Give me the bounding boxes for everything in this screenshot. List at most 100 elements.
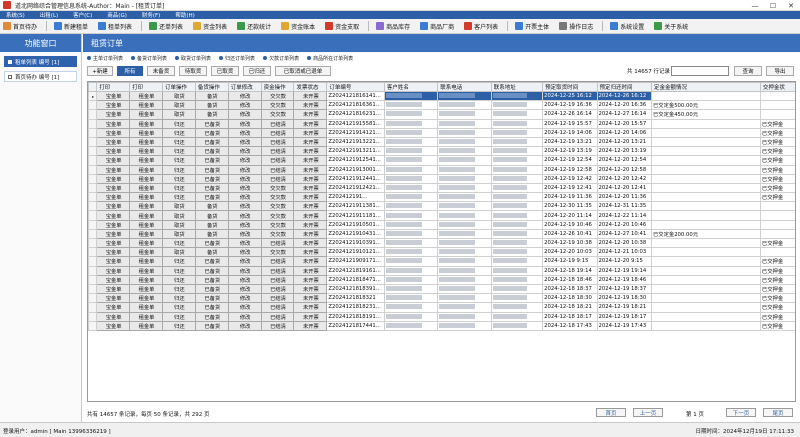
funds-action-button[interactable]: 交欠款 — [260, 219, 295, 230]
stock-action-button[interactable]: 已备货 — [194, 256, 229, 267]
print-rent-button[interactable]: 租金单 — [129, 201, 163, 212]
print-rent-button[interactable]: 租金单 — [129, 136, 163, 148]
table-row[interactable]: 宝金单 租金单 归还 已备货 修改 已结清 未开票 Z2024121818321 2024-12… — [88, 293, 795, 304]
edit-order-button[interactable]: 修改 — [227, 109, 262, 120]
order-action-button[interactable]: 取货 — [161, 247, 196, 258]
menu-help[interactable]: 帮助(H) — [175, 11, 194, 19]
funds-action-button[interactable]: 已结清 — [260, 293, 295, 304]
invoice-status[interactable]: 未开票 — [293, 109, 328, 120]
funds-action-button[interactable]: 已结清 — [260, 265, 295, 276]
tab-return-orders[interactable]: 归还订单列表 — [219, 55, 255, 62]
edit-order-button[interactable]: 修改 — [227, 164, 262, 175]
stock-action-button[interactable]: 已备货 — [194, 274, 229, 285]
search-button[interactable]: 查询 — [734, 66, 762, 76]
print-deposit-button[interactable]: 宝金单 — [96, 173, 131, 184]
invoice-status[interactable]: 未开票 — [293, 228, 328, 240]
order-action-button[interactable]: 取货 — [161, 201, 196, 212]
window-item-home-todo[interactable]: 首页待办 编号 [1] — [4, 71, 77, 82]
edit-order-button[interactable]: 修改 — [227, 302, 262, 313]
column-header[interactable]: 预定归还时间 — [596, 82, 653, 92]
order-action-button[interactable]: 归还 — [161, 283, 196, 295]
table-row[interactable]: 宝金单 租金单 归还 已备货 修改 已结清 未开票 Z2024121913221... 2024… — [88, 136, 795, 148]
table-row[interactable]: 宝金单 租金单 归还 已备货 修改 已结清 未开票 Z2024121913001... 2024… — [88, 164, 795, 175]
funds-action-button[interactable]: 已结清 — [260, 256, 295, 267]
order-action-button[interactable]: 归还 — [161, 173, 196, 184]
table-row[interactable]: 宝金单 租金单 取货 备货 修改 交欠款 未开票 Z2024121910121... 2024-… — [88, 247, 795, 258]
toolbar-button[interactable]: 开票主体 — [514, 20, 550, 33]
print-rent-button[interactable]: 租金单 — [129, 219, 163, 230]
print-rent-button[interactable]: 租金单 — [129, 173, 163, 184]
edit-order-button[interactable]: 修改 — [227, 90, 262, 102]
tab-goods-orders[interactable]: 商品所在订单列表 — [307, 55, 353, 62]
invoice-status[interactable]: 未开票 — [293, 155, 328, 166]
menu-rent[interactable]: 出租(L) — [40, 11, 58, 19]
edit-order-button[interactable]: 修改 — [227, 192, 262, 203]
stock-action-button[interactable]: 已备货 — [194, 283, 229, 295]
toolbar-button[interactable]: 资金支取 — [324, 20, 360, 33]
print-deposit-button[interactable]: 宝金单 — [96, 146, 131, 157]
order-action-button[interactable]: 归还 — [161, 237, 196, 249]
edit-order-button[interactable]: 修改 — [227, 228, 262, 240]
order-action-button[interactable]: 归还 — [161, 182, 196, 194]
print-deposit-button[interactable]: 宝金单 — [96, 127, 131, 138]
stock-action-button[interactable]: 已备货 — [194, 265, 229, 276]
table-row[interactable]: 宝金单 租金单 归还 已备货 修改 已结清 未开票 Z2024121818191... 2024… — [88, 311, 795, 322]
column-header[interactable]: 订单操作 — [161, 82, 196, 92]
funds-action-button[interactable]: 已结清 — [260, 283, 295, 295]
stock-action-button[interactable]: 备货 — [194, 109, 229, 120]
invoice-status[interactable]: 未开票 — [293, 293, 328, 304]
invoice-status[interactable]: 未开票 — [293, 182, 328, 194]
print-deposit-button[interactable]: 宝金单 — [96, 247, 131, 258]
print-rent-button[interactable]: 租金单 — [129, 237, 163, 249]
window-item-order-list[interactable]: 租单列表 编号 [1] — [4, 56, 77, 67]
invoice-status[interactable]: 未开票 — [293, 100, 328, 111]
print-deposit-button[interactable]: 宝金单 — [96, 210, 131, 221]
print-rent-button[interactable]: 租金单 — [129, 320, 163, 331]
print-deposit-button[interactable]: 宝金单 — [96, 256, 131, 267]
print-rent-button[interactable]: 租金单 — [129, 247, 163, 258]
edit-order-button[interactable]: 修改 — [227, 100, 262, 111]
close-icon[interactable]: ✕ — [782, 0, 800, 11]
print-rent-button[interactable]: 租金单 — [129, 90, 163, 102]
order-action-button[interactable]: 归还 — [161, 311, 196, 322]
order-action-button[interactable]: 归还 — [161, 274, 196, 285]
stock-action-button[interactable]: 已备货 — [194, 155, 229, 166]
edit-order-button[interactable]: 修改 — [227, 118, 262, 129]
edit-order-button[interactable]: 修改 — [227, 127, 262, 138]
tab-stock-orders[interactable]: 备货订单列表 — [131, 55, 167, 62]
invoice-status[interactable]: 未开票 — [293, 210, 328, 221]
toolbar-button[interactable]: 操作日志 — [558, 20, 594, 33]
toolbar-button[interactable]: 新建租单 — [53, 20, 89, 33]
toolbar-button[interactable]: 还款统计 — [236, 20, 272, 33]
stock-action-button[interactable]: 已备货 — [194, 293, 229, 304]
print-deposit-button[interactable]: 宝金单 — [96, 118, 131, 129]
funds-action-button[interactable]: 已结清 — [260, 146, 295, 157]
menu-finance[interactable]: 财务(F) — [142, 11, 160, 19]
print-deposit-button[interactable]: 宝金单 — [96, 293, 131, 304]
edit-order-button[interactable]: 修改 — [227, 237, 262, 249]
invoice-status[interactable]: 未开票 — [293, 237, 328, 249]
table-row[interactable]: 宝金单 租金单 归还 已备货 修改 已结清 未开票 Z2024121818231... 2024… — [88, 302, 795, 313]
stock-action-button[interactable]: 已备货 — [194, 136, 229, 148]
minimize-icon[interactable]: — — [746, 0, 764, 11]
order-action-button[interactable]: 归还 — [161, 118, 196, 129]
stock-action-button[interactable]: 已备货 — [194, 302, 229, 313]
print-rent-button[interactable]: 租金单 — [129, 302, 163, 313]
print-deposit-button[interactable]: 宝金单 — [96, 182, 131, 194]
print-deposit-button[interactable]: 宝金单 — [96, 283, 131, 295]
funds-action-button[interactable]: 已结清 — [260, 173, 295, 184]
print-deposit-button[interactable]: 宝金单 — [96, 100, 131, 111]
column-header[interactable]: 订单编号 — [326, 82, 385, 92]
print-rent-button[interactable]: 租金单 — [129, 118, 163, 129]
export-button[interactable]: 导出 — [766, 66, 794, 76]
tab-debt-orders[interactable]: 欠款订单列表 — [263, 55, 299, 62]
print-deposit-button[interactable]: 宝金单 — [96, 237, 131, 249]
invoice-status[interactable]: 未开票 — [293, 274, 328, 285]
filter-not-stocked-button[interactable]: 未备货 — [147, 66, 175, 76]
funds-action-button[interactable]: 交欠款 — [260, 192, 295, 203]
table-row[interactable]: 宝金单 租金单 归还 已备货 修改 已结清 未开票 Z2024121909171... 2024… — [88, 256, 795, 267]
print-rent-button[interactable]: 租金单 — [129, 293, 163, 304]
table-row[interactable]: 宝金单 租金单 归还 已备货 修改 交欠款 未开票 Z202412191... 2024-12-… — [88, 192, 795, 203]
funds-action-button[interactable]: 已结清 — [260, 118, 295, 129]
invoice-status[interactable]: 未开票 — [293, 247, 328, 258]
